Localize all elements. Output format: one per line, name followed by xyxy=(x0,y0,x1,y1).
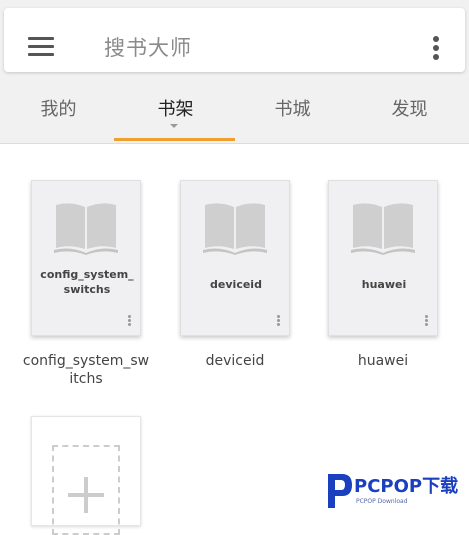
top-area: 搜书大师 我的 书架 书城 发现 xyxy=(0,0,469,144)
book-name: config_system_switchs xyxy=(22,353,150,387)
watermark: PCPOP下载 PCPOP Download xyxy=(324,472,469,512)
watermark-sub: PCPOP Download xyxy=(356,498,408,505)
book-cover[interactable]: huawei xyxy=(328,180,438,336)
divider xyxy=(0,143,469,144)
open-book-icon xyxy=(203,203,267,255)
watermark-brand: PCPOP下载 xyxy=(354,476,459,497)
book-cover[interactable]: config_system_switchs xyxy=(31,180,141,336)
hamburger-menu-icon[interactable] xyxy=(28,37,54,57)
search-bar[interactable]: 搜书大师 xyxy=(4,8,465,72)
pcpop-logo-icon xyxy=(328,474,352,508)
open-book-icon xyxy=(54,203,118,255)
tab-bookshelf[interactable]: 书架 xyxy=(117,90,234,144)
book-cover-title: huawei xyxy=(361,278,407,291)
book-cover-title: deviceid xyxy=(210,278,262,291)
active-tab-indicator xyxy=(114,138,235,141)
add-book-button[interactable] xyxy=(31,416,141,535)
tab-discover[interactable]: 发现 xyxy=(351,90,468,144)
book-cover-title: config_system_switchs xyxy=(40,268,134,296)
book-more-icon[interactable] xyxy=(128,315,132,327)
tab-bookstore[interactable]: 书城 xyxy=(234,90,351,144)
book-cover[interactable]: deviceid xyxy=(180,180,290,336)
book-name: deviceid xyxy=(205,353,265,369)
book-name: huawei xyxy=(357,353,409,369)
more-vertical-icon[interactable] xyxy=(430,36,442,60)
book-more-icon[interactable] xyxy=(277,315,281,327)
plus-icon xyxy=(68,477,104,513)
tab-bar: 我的 书架 书城 发现 xyxy=(0,90,469,144)
tab-caret-icon xyxy=(170,124,178,128)
book-more-icon[interactable] xyxy=(425,315,429,327)
tab-mine[interactable]: 我的 xyxy=(0,90,117,144)
open-book-icon xyxy=(351,203,415,255)
search-input[interactable]: 搜书大师 xyxy=(104,34,192,62)
